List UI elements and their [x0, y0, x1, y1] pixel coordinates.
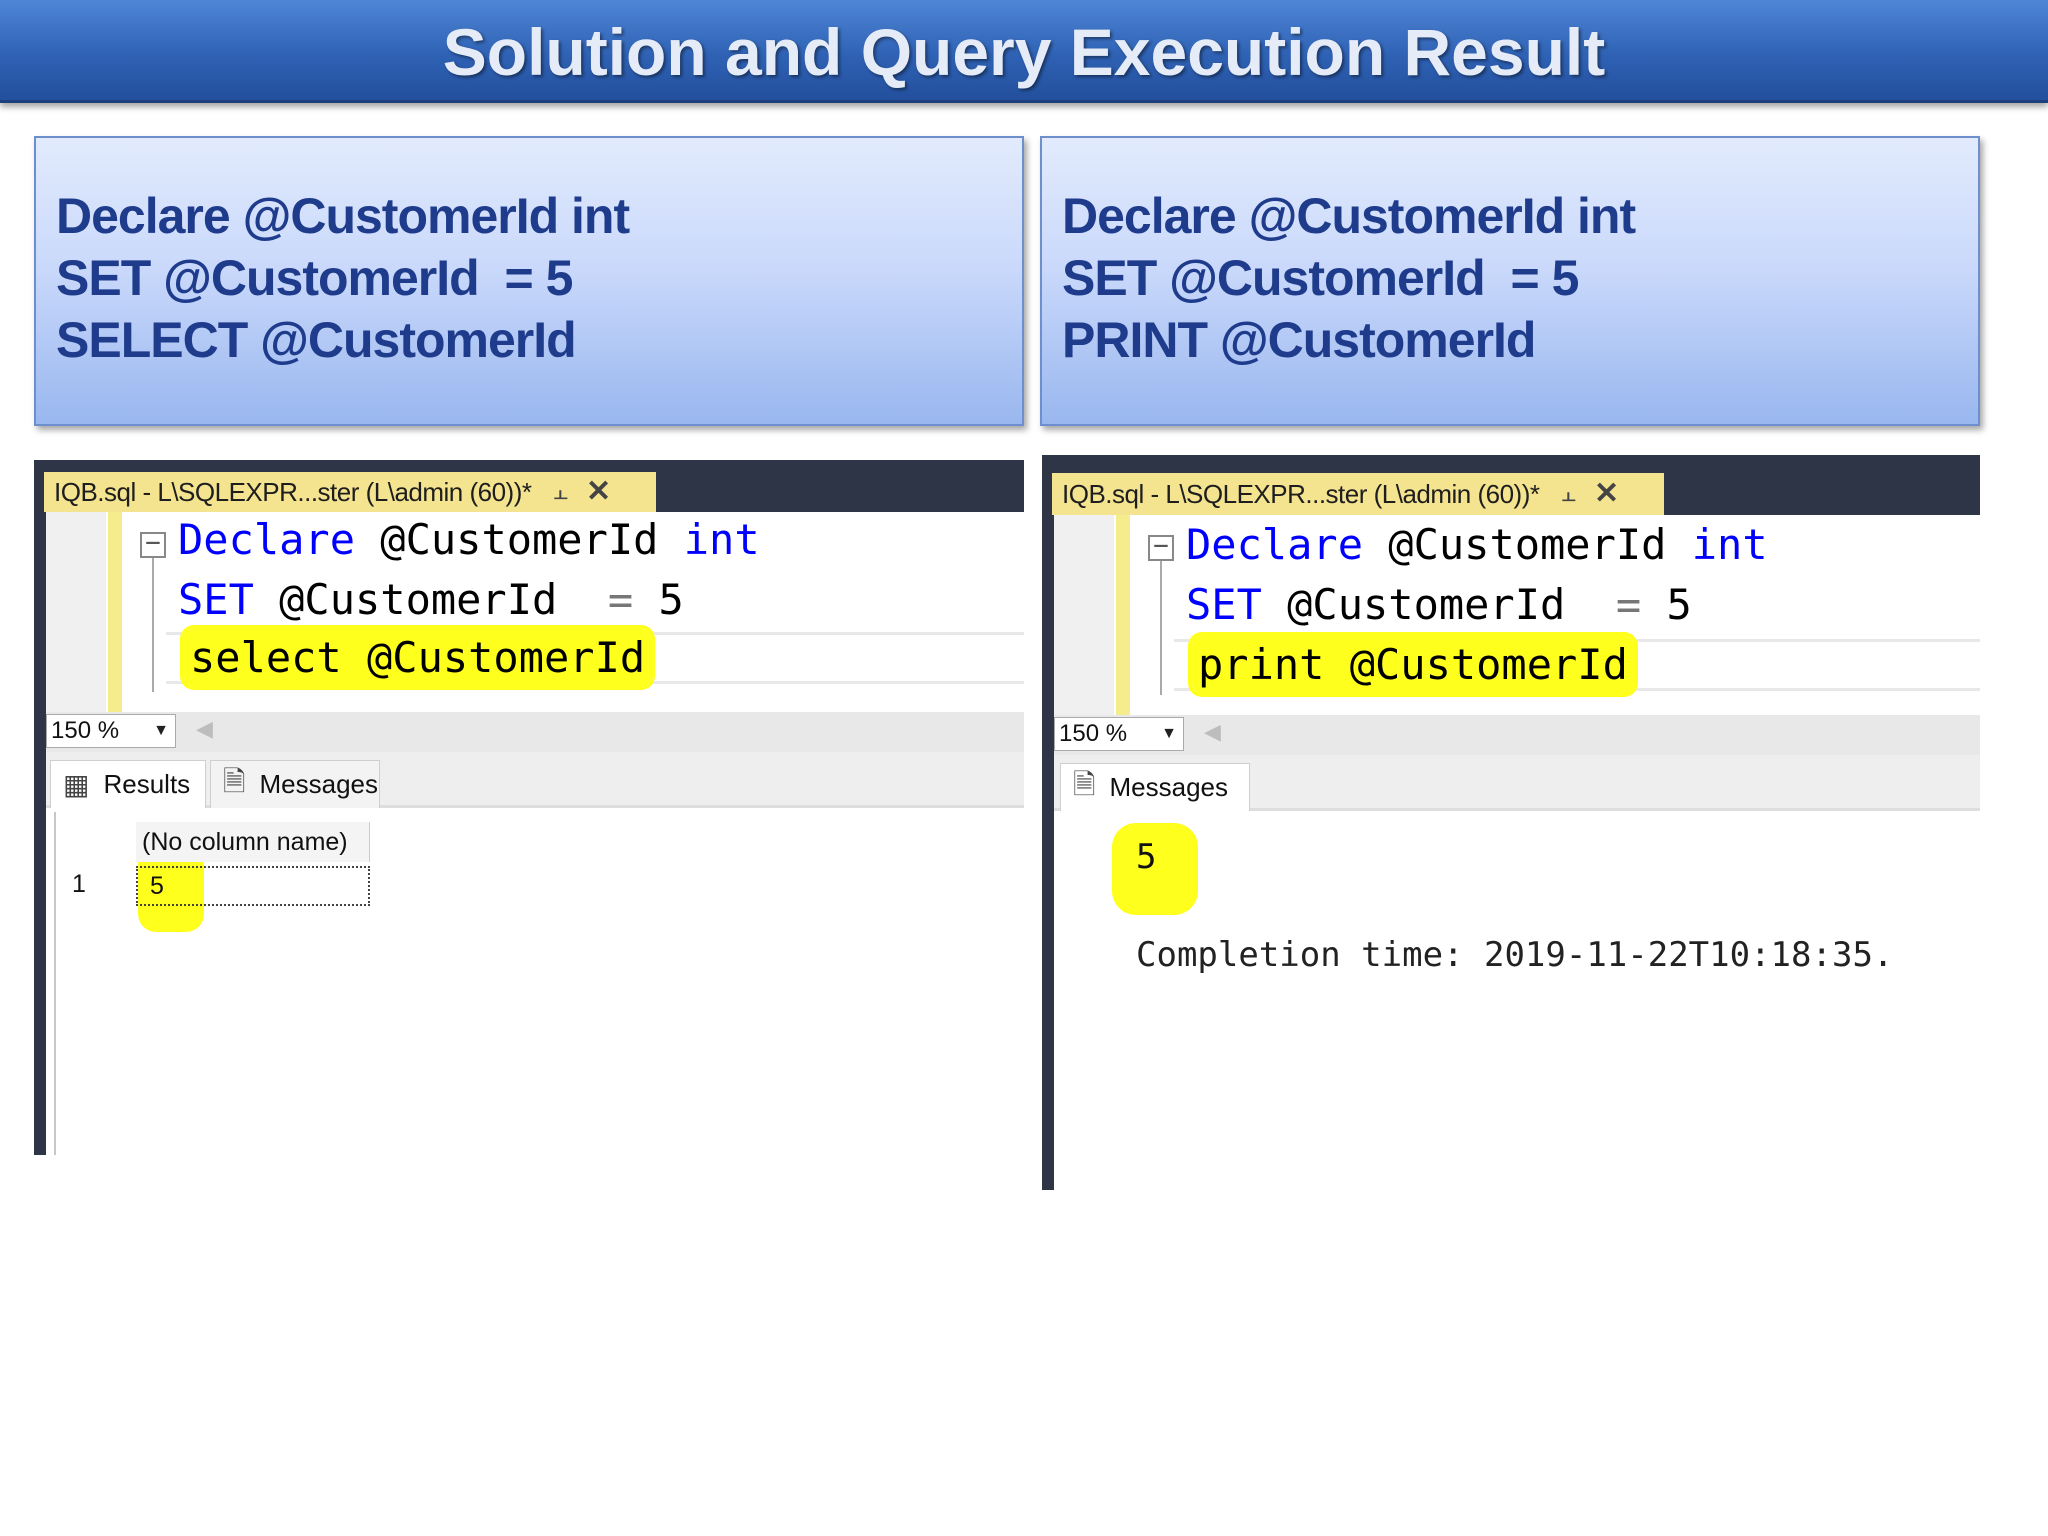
query-editor[interactable]: − Declare @CustomerId int SET @CustomerI… [46, 512, 1024, 712]
change-tracking-bar [1116, 515, 1130, 715]
editor-status-bar: 150 % ▼ ◀ [1054, 715, 1980, 755]
zoom-dropdown[interactable]: 150 % ▼ [46, 714, 176, 748]
results-pane: ▦ Results 🗎 Messages (No column name) 1 … [46, 752, 1024, 1155]
grid-border [54, 812, 56, 1155]
pin-icon[interactable]: ⫠ [1562, 480, 1577, 508]
code-line: SET @CustomerId = 5 [1186, 577, 1692, 633]
grid-icon: ▦ [63, 769, 90, 800]
title-banner: Solution and Query Execution Result [0, 0, 2048, 103]
messages-pane: 🗎 Messages 5 Completion time: 2019-11-22… [1054, 755, 1980, 1190]
close-icon[interactable]: ✕ [586, 477, 611, 507]
code-keyword: SET [178, 575, 254, 624]
code-type: int [683, 515, 760, 564]
page-title: Solution and Query Execution Result [442, 15, 1606, 89]
code-line: SET @CustomerId = 5 [178, 572, 684, 628]
column-header[interactable]: (No column name) [136, 822, 370, 862]
code-operator: = [1615, 580, 1642, 629]
code-variable: @CustomerId [1363, 520, 1692, 569]
query-editor[interactable]: − Declare @CustomerId int SET @CustomerI… [1054, 515, 1980, 715]
outline-line [152, 558, 154, 692]
code-value: 5 [1641, 580, 1692, 629]
code-box-line: SET @CustomerId = 5 [56, 250, 573, 306]
editor-gutter [1054, 515, 1114, 715]
tab-results[interactable]: ▦ Results [50, 760, 206, 808]
code-line: Declare @CustomerId int [178, 512, 760, 568]
code-operator: = [607, 575, 634, 624]
completion-time: Completion time: 2019-11-22T10:18:35. [1136, 935, 1894, 975]
document-tab-bar: IQB.sql - L\SQLEXPR...ster (L\admin (60)… [34, 460, 1024, 512]
scroll-left-icon[interactable]: ◀ [1204, 719, 1221, 745]
zoom-value: 150 % [1059, 720, 1128, 747]
code-line-highlighted: print @CustomerId [1192, 636, 1634, 693]
row-number[interactable]: 1 [72, 870, 86, 899]
result-cell[interactable]: 5 [136, 866, 370, 906]
message-output-value: 5 [1136, 837, 1157, 877]
collapse-icon[interactable]: − [140, 530, 166, 558]
code-box-line: SET @CustomerId = 5 [1062, 250, 1579, 306]
tab-messages[interactable]: 🗎 Messages [1060, 763, 1250, 811]
pin-icon[interactable]: ⫠ [554, 478, 569, 506]
results-tab-strip: 🗎 Messages [1054, 755, 1980, 811]
code-line: Declare @CustomerId int [1186, 517, 1768, 573]
document-tab[interactable]: IQB.sql - L\SQLEXPR...ster (L\admin (60)… [44, 472, 656, 512]
tab-messages-label: Messages [1109, 772, 1229, 802]
dropdown-arrow-icon: ▼ [1161, 725, 1177, 742]
collapse-icon[interactable]: − [1148, 533, 1174, 561]
code-variable: @CustomerId [355, 515, 684, 564]
outline-line [1160, 561, 1162, 695]
zoom-value: 150 % [51, 717, 120, 744]
document-tab-title: IQB.sql - L\SQLEXPR...ster (L\admin (60)… [1062, 478, 1540, 509]
highlighted-statement: select @CustomerId [184, 629, 652, 686]
ssms-print-window: IQB.sql - L\SQLEXPR...ster (L\admin (60)… [1042, 455, 1980, 1190]
tab-messages[interactable]: 🗎 Messages [210, 760, 380, 808]
code-keyword: Declare [1186, 520, 1364, 569]
code-box-line: Declare @CustomerId int [1062, 188, 1636, 244]
document-tab[interactable]: IQB.sql - L\SQLEXPR...ster (L\admin (60)… [1052, 473, 1664, 515]
dropdown-arrow-icon: ▼ [153, 722, 169, 739]
ssms-select-window: IQB.sql - L\SQLEXPR...ster (L\admin (60)… [34, 460, 1024, 1155]
code-box-line: PRINT @CustomerId [1062, 312, 1536, 368]
highlighted-statement: print @CustomerId [1192, 636, 1634, 693]
editor-gutter [46, 512, 106, 712]
document-tab-title: IQB.sql - L\SQLEXPR...ster (L\admin (60)… [54, 476, 532, 507]
window-edge [34, 512, 46, 1155]
code-keyword: Declare [178, 515, 356, 564]
close-icon[interactable]: ✕ [1594, 479, 1619, 509]
change-tracking-bar [108, 512, 122, 712]
code-variable: @CustomerId [253, 575, 608, 624]
print-code-box: Declare @CustomerId int SET @CustomerId … [1040, 136, 1980, 426]
code-box-line: Declare @CustomerId int [56, 188, 630, 244]
code-keyword: SET [1186, 580, 1262, 629]
tab-messages-label: Messages [259, 769, 379, 799]
window-edge [1042, 515, 1054, 1190]
document-tab-bar: IQB.sql - L\SQLEXPR...ster (L\admin (60)… [1042, 455, 1980, 515]
code-variable: @CustomerId [1261, 580, 1616, 629]
messages-icon: 🗎 [223, 765, 246, 797]
code-type: int [1691, 520, 1768, 569]
tab-results-label: Results [103, 769, 191, 799]
code-line-highlighted: select @CustomerId [184, 629, 652, 686]
code-box-line: SELECT @CustomerId [56, 312, 577, 368]
results-tab-strip: ▦ Results 🗎 Messages [46, 752, 1024, 808]
select-code-box: Declare @CustomerId int SET @CustomerId … [34, 136, 1024, 426]
scroll-left-icon[interactable]: ◀ [196, 716, 213, 742]
editor-status-bar: 150 % ▼ ◀ [46, 712, 1024, 752]
code-value: 5 [633, 575, 684, 624]
messages-icon: 🗎 [1073, 768, 1096, 800]
zoom-dropdown[interactable]: 150 % ▼ [1054, 717, 1184, 751]
